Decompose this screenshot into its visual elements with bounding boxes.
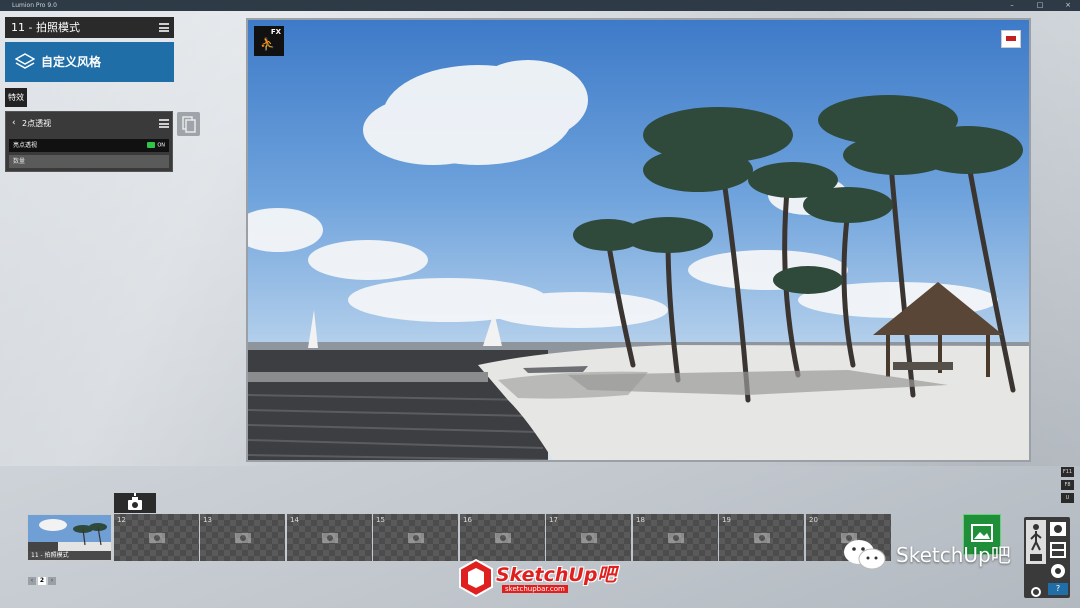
camera-icon [128, 493, 142, 510]
photo-slot[interactable]: 13 [200, 514, 285, 561]
logo-mark-icon [459, 558, 493, 598]
wechat-icon [844, 540, 886, 570]
photo-mode-button[interactable] [1048, 520, 1068, 538]
person-icon: ⛹ [260, 37, 275, 51]
photo-slot-active[interactable]: 11 - 拍照模式 [27, 514, 112, 561]
walk-icon [1030, 524, 1042, 561]
photo-slot-number: 20 [809, 516, 818, 524]
camera-placeholder-icon [322, 533, 338, 543]
logo-url: sketchupbar.com [502, 585, 568, 593]
camera-icon [1050, 522, 1066, 536]
function-keys: F11 F8 U [1061, 467, 1075, 506]
beach-scene-render [248, 60, 1029, 460]
photo-slot-number: 15 [376, 516, 385, 524]
close-button[interactable]: × [1059, 0, 1077, 11]
effect-toggle[interactable]: ON [147, 142, 165, 150]
photo-slot[interactable]: 18 [633, 514, 718, 561]
effect-amount-slider[interactable]: 数量 [9, 155, 169, 168]
effect-library-button[interactable] [177, 112, 200, 136]
camera-placeholder-icon [581, 533, 597, 543]
tab-effects[interactable]: 特效 [5, 88, 27, 107]
mode-tool-stack: ? [1024, 517, 1070, 598]
gear-icon [1031, 587, 1041, 597]
library-icon [182, 116, 196, 133]
effect-name: 2点透视 [22, 119, 52, 128]
camera-placeholder-icon [754, 533, 770, 543]
panorama-icon [1051, 564, 1065, 578]
photo-slot-number: 13 [203, 516, 212, 524]
back-chevron-icon[interactable]: ‹ [12, 112, 16, 135]
current-page[interactable]: 2 [38, 577, 46, 585]
move-person-button[interactable] [1026, 520, 1046, 564]
fx-badge[interactable]: FX ⛹ [254, 26, 284, 56]
camera-placeholder-icon [668, 533, 684, 543]
toggle-state: ON [157, 142, 165, 149]
camera-placeholder-icon [408, 533, 424, 543]
photo-slot[interactable]: 14 [287, 514, 372, 561]
photo-slot[interactable]: 16 [460, 514, 545, 561]
effect-amount-label: 数量 [13, 158, 26, 165]
logo-name: SketchUp吧 [496, 564, 617, 586]
minimize-button[interactable]: – [1003, 0, 1021, 11]
custom-style-label: 自定义风格 [41, 55, 102, 69]
prev-page-button[interactable]: ‹ [28, 577, 36, 585]
effect-property-label: 亮点透视 [13, 142, 38, 149]
film-icon [1050, 542, 1066, 558]
photo-slot[interactable]: 19 [719, 514, 804, 561]
movie-mode-button[interactable] [1048, 541, 1068, 559]
scene-viewport[interactable]: FX ⛹ [246, 18, 1031, 462]
settings-button[interactable] [1026, 583, 1046, 597]
photo-slot-number: 14 [290, 516, 299, 524]
effect-header: ‹ 2点透视 [6, 112, 172, 135]
next-page-button[interactable]: › [48, 577, 56, 585]
style-icon [15, 53, 35, 69]
mode-title: 11 - 拍照模式 [11, 21, 80, 34]
custom-style-button[interactable]: 自定义风格 [5, 42, 174, 82]
mode-header: 11 - 拍照模式 [5, 17, 174, 38]
menu-icon[interactable] [159, 23, 169, 32]
effect-menu-icon[interactable] [159, 119, 169, 128]
language-flag-icon[interactable] [1001, 30, 1021, 48]
fx-label: FX [270, 28, 281, 36]
sketchupbar-logo: SketchUp吧 sketchupbar.com [458, 556, 624, 600]
page-navigation: ‹ 2 › [28, 577, 58, 585]
camera-placeholder-icon [149, 533, 165, 543]
camera-placeholder-icon [235, 533, 251, 543]
f8-key[interactable]: F8 [1061, 480, 1074, 490]
f11-key[interactable]: F11 [1061, 467, 1074, 477]
wechat-watermark-text: SketchUp吧 [896, 543, 1011, 567]
photo-thumbnail-image [28, 515, 111, 553]
photo-slot-number: 19 [722, 516, 731, 524]
title-bar: Lumion Pro 9.0 – □ × [0, 0, 1080, 11]
window-title: Lumion Pro 9.0 [12, 2, 57, 9]
photo-slot[interactable]: 15 [373, 514, 458, 561]
photo-slot-number: 12 [117, 516, 126, 524]
effect-property-row: 亮点透视 ON [9, 139, 169, 152]
camera-placeholder-icon [495, 533, 511, 543]
save-camera-tab[interactable] [114, 493, 156, 513]
photo-slot-caption: 11 - 拍照模式 [28, 551, 111, 560]
u-key[interactable]: U [1061, 493, 1074, 503]
toggle-knob [147, 142, 156, 148]
help-button[interactable]: ? [1048, 583, 1068, 595]
photo-slot[interactable]: 17 [546, 514, 631, 561]
photo-slot-number: 16 [463, 516, 472, 524]
photo-slot-number: 18 [636, 516, 645, 524]
effect-panel: ‹ 2点透视 亮点透视 ON 数量 [5, 111, 173, 172]
photo-slot[interactable]: 12 [114, 514, 199, 561]
maximize-button[interactable]: □ [1031, 0, 1049, 11]
panorama-mode-button[interactable] [1048, 562, 1068, 580]
photo-slot-number: 17 [549, 516, 558, 524]
